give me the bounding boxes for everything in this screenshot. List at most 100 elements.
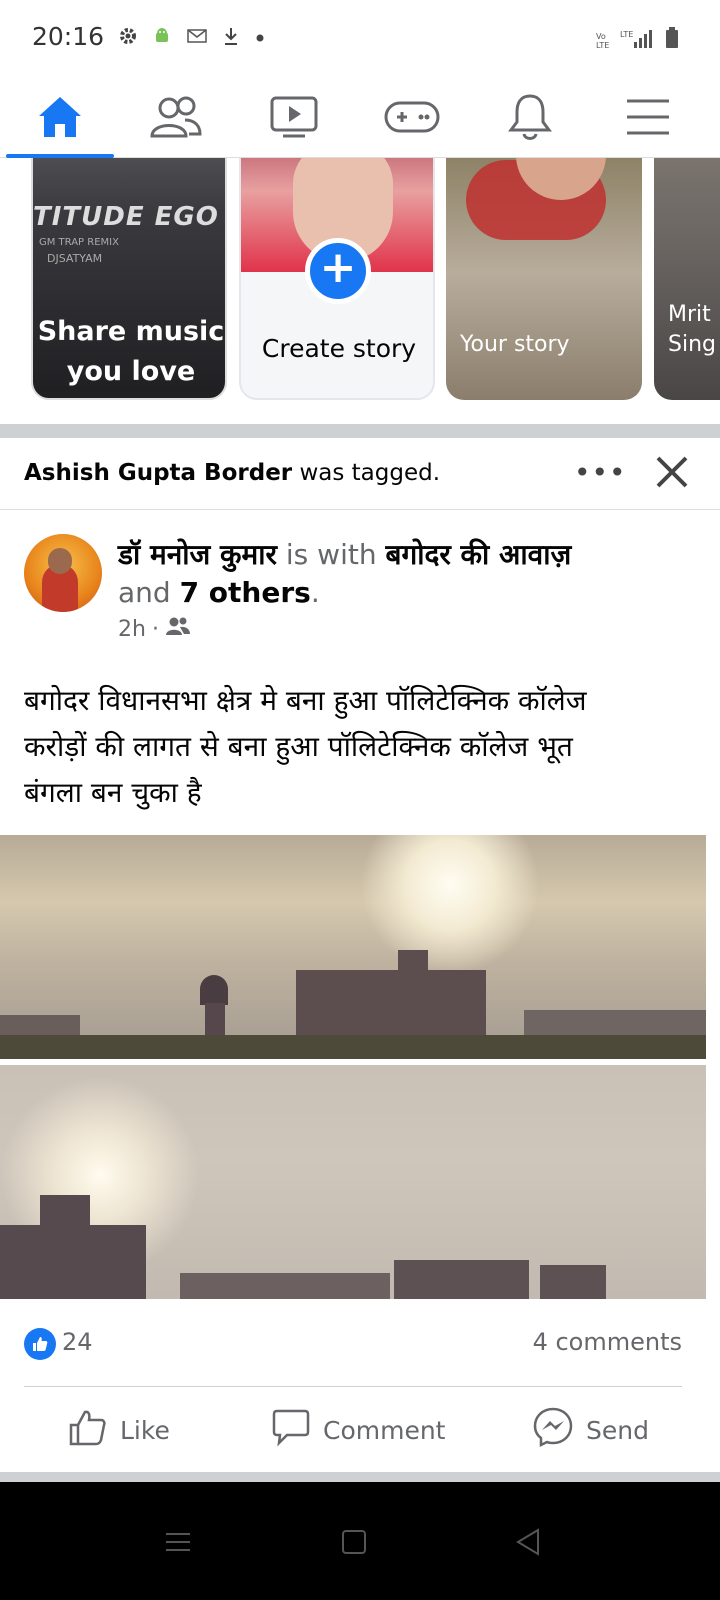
- section-divider: [0, 1472, 720, 1482]
- friend-story-name: Mrit: [668, 302, 711, 327]
- nav-tab-watch[interactable]: [240, 80, 348, 158]
- story-sub-text: GM TRAP REMIX: [39, 237, 119, 248]
- status-system-icons: Vo LTE LTE: [596, 26, 680, 54]
- menu-icon: [625, 97, 671, 141]
- friends-icon: [149, 94, 203, 144]
- story-sub-text: DJSATYAM: [47, 252, 103, 265]
- square-home-icon: [334, 1530, 374, 1566]
- post-title: डॉ मनोज कुमार is with बगोदर की आवाज़ and …: [118, 536, 698, 612]
- friend-story-label: Mrit Sing: [668, 300, 716, 360]
- back-button[interactable]: [508, 1522, 548, 1562]
- meta-separator: ·: [151, 616, 159, 642]
- tagged-text: Ashish Gupta Border was tagged.: [24, 460, 440, 486]
- notifications-icon: [507, 92, 553, 146]
- post-title-text: and: [118, 576, 180, 609]
- comment-icon: [271, 1407, 311, 1453]
- status-notification-icons: [118, 26, 266, 50]
- gaming-icon: [383, 97, 441, 141]
- post-body-line: बगोदर विधानसभा क्षेत्र मे बना हुआ पॉलिटे…: [24, 684, 587, 717]
- home-icon: [36, 94, 84, 144]
- send-label: Send: [586, 1415, 649, 1445]
- nav-tab-menu[interactable]: [594, 80, 702, 158]
- story-brand-text: TITUDE EGO: [33, 202, 219, 232]
- like-reaction-icon[interactable]: [24, 1328, 56, 1360]
- like-button[interactable]: Like: [68, 1390, 170, 1470]
- post-body: बगोदर विधानसभा क्षेत्र मे बना हुआ पॉलिटे…: [24, 678, 704, 816]
- stories-tray: TITUDE EGO GM TRAP REMIX DJSATYAM Share …: [0, 158, 720, 423]
- reactions-bar: 24 4 comments: [0, 1310, 720, 1380]
- post-others-link[interactable]: 7 others: [180, 576, 311, 609]
- like-count[interactable]: 24: [62, 1328, 93, 1356]
- post-photo[interactable]: [0, 835, 706, 1059]
- send-button[interactable]: Send: [532, 1390, 649, 1470]
- post-time[interactable]: 2h: [118, 617, 146, 642]
- post-title-text: is with: [277, 538, 386, 571]
- system-navigation-bar: [0, 1482, 720, 1600]
- close-icon: [650, 456, 694, 498]
- home-system-button[interactable]: [334, 1522, 374, 1562]
- story-share-music[interactable]: TITUDE EGO GM TRAP REMIX DJSATYAM Share …: [31, 158, 227, 400]
- friends-audience-icon: [165, 616, 191, 642]
- recent-apps-button[interactable]: [158, 1522, 198, 1562]
- recents-icon: [158, 1533, 198, 1566]
- top-navigation: [0, 80, 720, 158]
- post-author[interactable]: डॉ मनोज कुमार: [118, 538, 277, 571]
- story-title-line: Share music: [37, 316, 225, 347]
- gear-icon: [118, 26, 138, 50]
- photo-spacer: [0, 1299, 720, 1300]
- post-title-text: .: [310, 576, 320, 609]
- photo-water-tank: [200, 975, 228, 1005]
- avatar[interactable]: [24, 534, 102, 612]
- add-story-icon[interactable]: +: [305, 238, 371, 304]
- post-actions: Like Comment Send: [0, 1390, 720, 1470]
- post-tagged-page[interactable]: बगोदर की आवाज़: [385, 538, 571, 571]
- status-bar: 20:16 Vo LTE LTE: [0, 0, 720, 80]
- post-body-line: करोड़ों की लागत से बना हुआ पॉलिटेक्निक क…: [24, 730, 573, 763]
- nav-tab-notifications[interactable]: [476, 80, 584, 158]
- nav-tab-home[interactable]: [6, 80, 114, 158]
- friend-story-name: Sing: [668, 332, 716, 357]
- close-button[interactable]: [650, 450, 694, 494]
- dot-icon: [254, 29, 266, 48]
- volte-icon: Vo LTE: [596, 30, 612, 54]
- create-story-label: Create story: [261, 334, 417, 363]
- android-icon: [152, 26, 172, 50]
- thumbs-up-icon: [68, 1407, 108, 1453]
- nav-tab-friends[interactable]: [122, 80, 230, 158]
- post-body-line: बंगला बन चुका है: [24, 776, 202, 809]
- reactions-divider: [24, 1386, 682, 1387]
- avatar-figure: [48, 548, 72, 574]
- svg-text:LTE: LTE: [620, 30, 633, 39]
- story-create[interactable]: + Create story: [239, 158, 435, 400]
- post-meta: 2h ·: [118, 616, 191, 642]
- photo-treeline: [0, 1035, 706, 1059]
- section-divider: [0, 424, 720, 438]
- story-title: Share music you love: [33, 312, 225, 392]
- post-header: डॉ मनोज कुमार is with बगोदर की आवाज़ and …: [0, 520, 720, 660]
- svg-text:Vo: Vo: [596, 32, 606, 41]
- photo-building: [40, 1195, 90, 1235]
- photo-building: [394, 1260, 529, 1299]
- post-photo[interactable]: [0, 1065, 706, 1299]
- mail-icon: [186, 27, 208, 49]
- svg-text:LTE: LTE: [596, 41, 609, 50]
- nav-tab-gaming[interactable]: [358, 80, 466, 158]
- your-story-label: Your story: [460, 332, 570, 357]
- comment-button[interactable]: Comment: [271, 1390, 446, 1470]
- back-triangle-icon: [508, 1528, 548, 1566]
- comment-label: Comment: [323, 1415, 446, 1445]
- more-options-button[interactable]: •••: [574, 456, 626, 492]
- photo-building: [0, 1225, 146, 1299]
- tagged-header: Ashish Gupta Border was tagged. •••: [0, 438, 720, 510]
- battery-icon: [664, 26, 680, 54]
- story-friend[interactable]: Mrit Sing: [654, 158, 720, 400]
- comments-count[interactable]: 4 comments: [533, 1328, 682, 1356]
- tagged-person-name[interactable]: Ashish Gupta Border: [24, 460, 292, 486]
- story-your-story[interactable]: Your story: [446, 158, 642, 400]
- tagged-suffix: was tagged.: [292, 460, 441, 486]
- photo-sun-glow: [360, 835, 540, 975]
- photo-building: [398, 950, 428, 980]
- photo-building: [540, 1265, 606, 1299]
- watch-icon: [269, 94, 319, 144]
- photo-building: [180, 1273, 390, 1299]
